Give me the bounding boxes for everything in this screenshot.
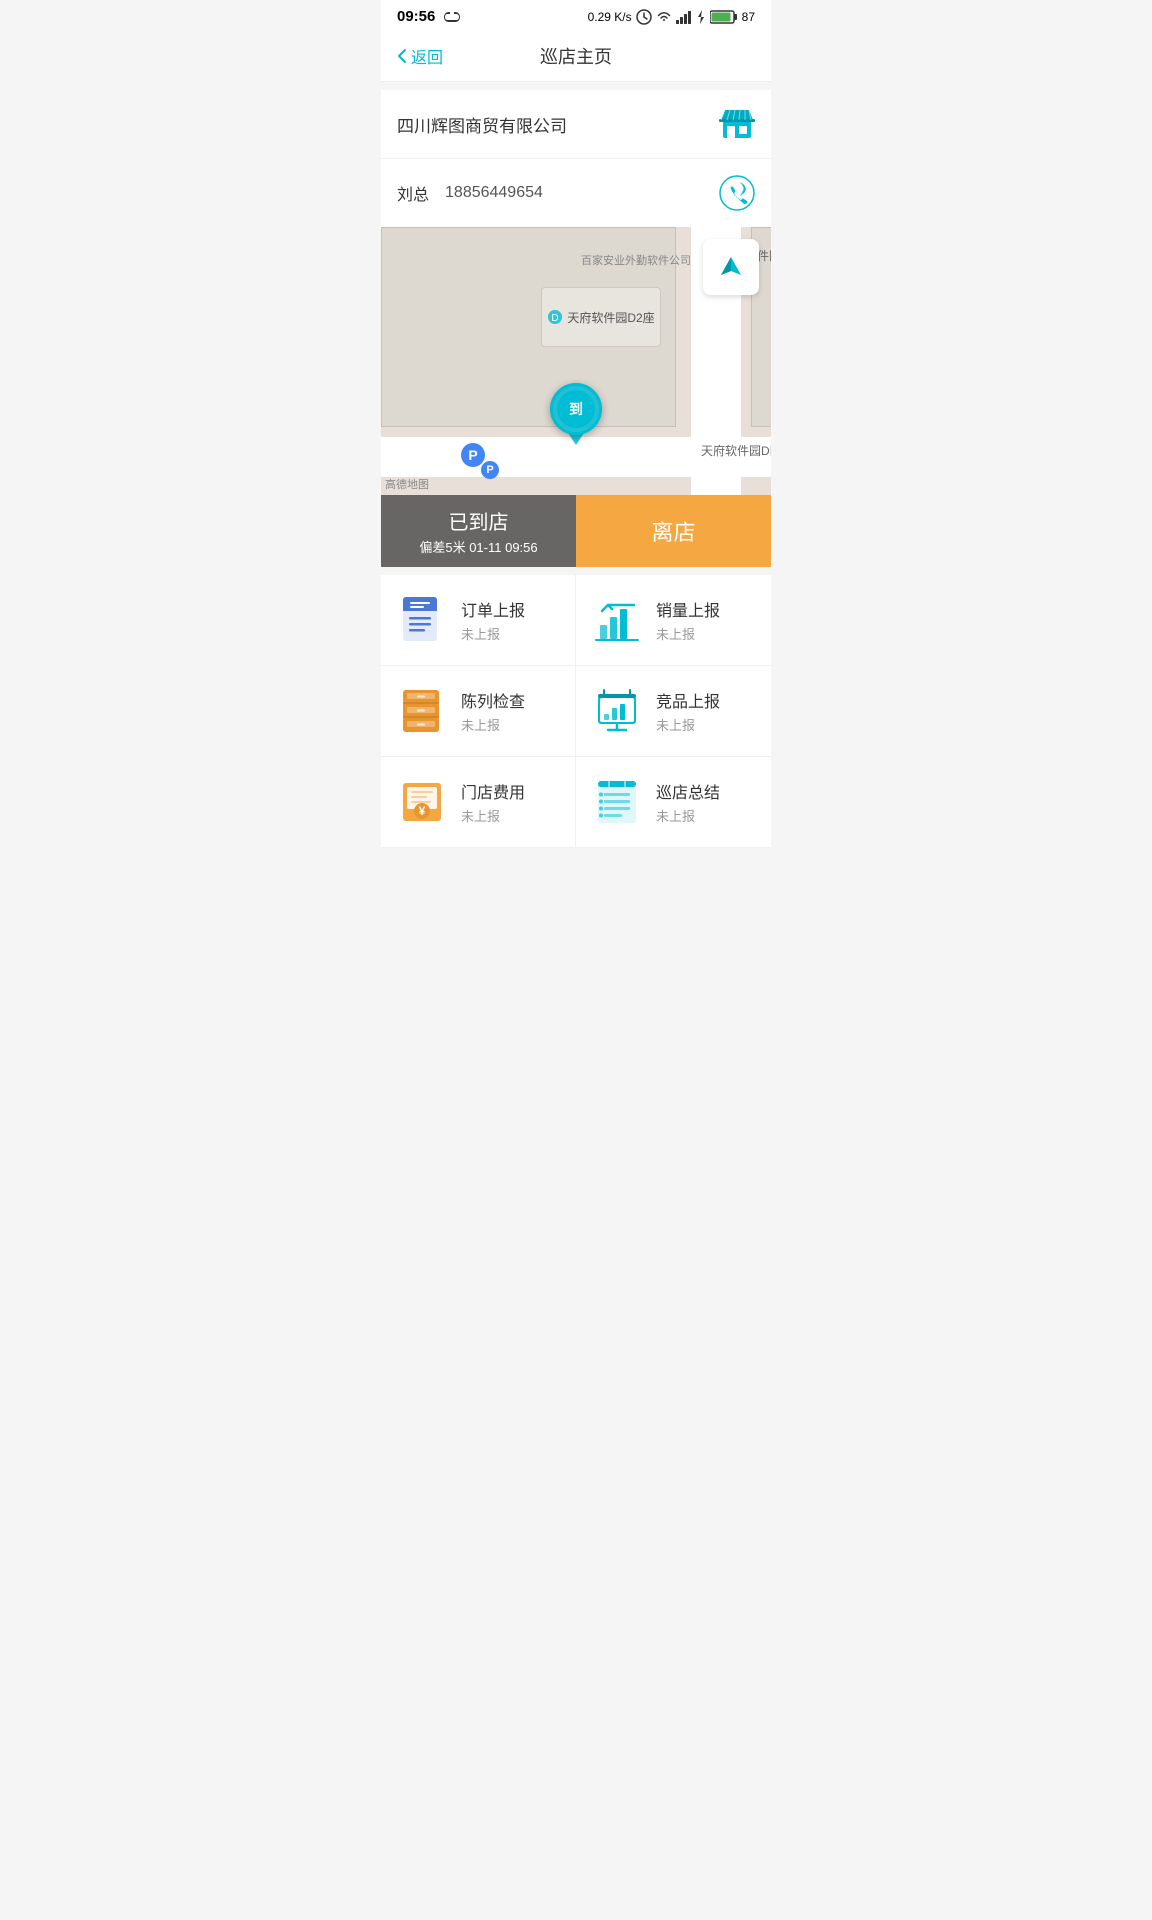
tour-summary-title: 巡店总结: [656, 779, 720, 803]
summary-icon: [594, 779, 640, 825]
navigation-icon: [717, 253, 745, 281]
loop-icon: [441, 10, 463, 24]
competitor-report-title: 竞品上报: [656, 688, 720, 712]
menu-display-check[interactable]: 陈列检查 未上报: [381, 666, 576, 757]
map-watermark: 高德地图: [385, 476, 429, 492]
leave-button[interactable]: 离店: [576, 495, 771, 567]
company-section: 四川辉图商贸有限公司: [381, 90, 771, 159]
expense-icon: ¥: [399, 779, 445, 825]
contact-phone: 18856449654: [445, 184, 543, 202]
display-check-title: 陈列检查: [461, 688, 525, 712]
contact-section: 刘总 18856449654: [381, 159, 771, 227]
sales-report-sub: 未上报: [656, 624, 720, 643]
pin-inner: 到: [557, 390, 595, 428]
contact-info: 刘总 18856449654: [397, 181, 543, 205]
battery-level: 87: [742, 10, 755, 24]
display-check-text: 陈列检查 未上报: [461, 688, 525, 734]
store-expense-text: 门店费用 未上报: [461, 779, 525, 825]
status-bar: 09:56 0.29 K/s: [381, 0, 771, 31]
map-area-label-2: 天府软件园D区: [701, 442, 771, 459]
call-icon-wrap[interactable]: [719, 175, 755, 211]
order-report-title: 订单上报: [461, 597, 525, 621]
shop-icon: [719, 106, 755, 142]
signal-icon: [676, 10, 692, 24]
menu-competitor-report[interactable]: 竞品上报 未上报: [576, 666, 771, 757]
status-left: 09:56: [397, 8, 463, 25]
competitor-icon-wrap: [592, 686, 642, 736]
status-time: 09:56: [397, 8, 435, 25]
map-section: D 天府软件园D2座 天府软件园D区 天府软件园D区 百家安业外勤软件公司 P …: [381, 227, 771, 567]
clock-icon: [636, 9, 652, 25]
order-icon: [399, 595, 445, 645]
expense-icon-wrap: ¥: [397, 777, 447, 827]
competitor-report-text: 竞品上报 未上报: [656, 688, 720, 734]
svg-text:¥: ¥: [419, 804, 426, 818]
order-report-sub: 未上报: [461, 624, 525, 643]
page-header: 返回 巡店主页: [381, 31, 771, 82]
parking-icon-2: P: [481, 461, 499, 479]
menu-sales-report[interactable]: 销量上报 未上报: [576, 575, 771, 666]
wifi-icon: [656, 10, 672, 24]
building-name: 天府软件园D2座: [567, 309, 654, 326]
speed-indicator: 0.29 K/s: [588, 10, 632, 24]
pin-circle: 到: [550, 383, 602, 435]
display-icon-wrap: [397, 686, 447, 736]
store-expense-sub: 未上报: [461, 806, 525, 825]
back-button[interactable]: 返回: [397, 44, 443, 68]
display-icon: [399, 688, 445, 734]
sales-icon-wrap: [592, 595, 642, 645]
competitor-icon: [594, 688, 640, 734]
location-pin: 到: [550, 383, 602, 445]
menu-tour-summary[interactable]: 巡店总结 未上报: [576, 757, 771, 848]
svg-text:D: D: [552, 313, 559, 324]
menu-order-report[interactable]: 订单上报 未上报: [381, 575, 576, 666]
back-arrow-icon: [397, 48, 407, 64]
store-icon: [719, 106, 755, 142]
pin-label: 到: [569, 399, 583, 419]
back-label: 返回: [411, 44, 443, 68]
charge-icon: [696, 10, 706, 24]
store-expense-title: 门店费用: [461, 779, 525, 803]
arrived-sub: 偏差5米 01-11 09:56: [419, 537, 537, 556]
display-check-sub: 未上报: [461, 715, 525, 734]
tour-summary-text: 巡店总结 未上报: [656, 779, 720, 825]
tour-summary-sub: 未上报: [656, 806, 720, 825]
navigate-button[interactable]: [703, 239, 759, 295]
order-report-text: 订单上报 未上报: [461, 597, 525, 643]
map-actions: 已到店 偏差5米 01-11 09:56 离店: [381, 495, 771, 567]
menu-store-expense[interactable]: ¥ 门店费用 未上报: [381, 757, 576, 848]
map-company-label: 百家安业外勤软件公司: [581, 252, 691, 268]
order-icon-wrap: [397, 595, 447, 645]
arrived-label: 已到店: [449, 506, 509, 535]
arrived-button[interactable]: 已到店 偏差5米 01-11 09:56: [381, 495, 576, 567]
parking-icon: P: [461, 443, 485, 467]
sales-report-title: 销量上报: [656, 597, 720, 621]
battery-icon: [710, 10, 738, 24]
page-title: 巡店主页: [540, 43, 612, 69]
sales-report-text: 销量上报 未上报: [656, 597, 720, 643]
leave-label: 离店: [651, 515, 695, 547]
sales-icon: [594, 597, 640, 643]
status-right: 0.29 K/s 87: [588, 9, 755, 25]
call-icon: [719, 175, 755, 211]
contact-name: 刘总: [397, 181, 429, 205]
competitor-report-sub: 未上报: [656, 715, 720, 734]
summary-icon-wrap: [592, 777, 642, 827]
company-name: 四川辉图商贸有限公司: [397, 112, 567, 137]
menu-grid: 订单上报 未上报 销量上报 未上报: [381, 575, 771, 848]
